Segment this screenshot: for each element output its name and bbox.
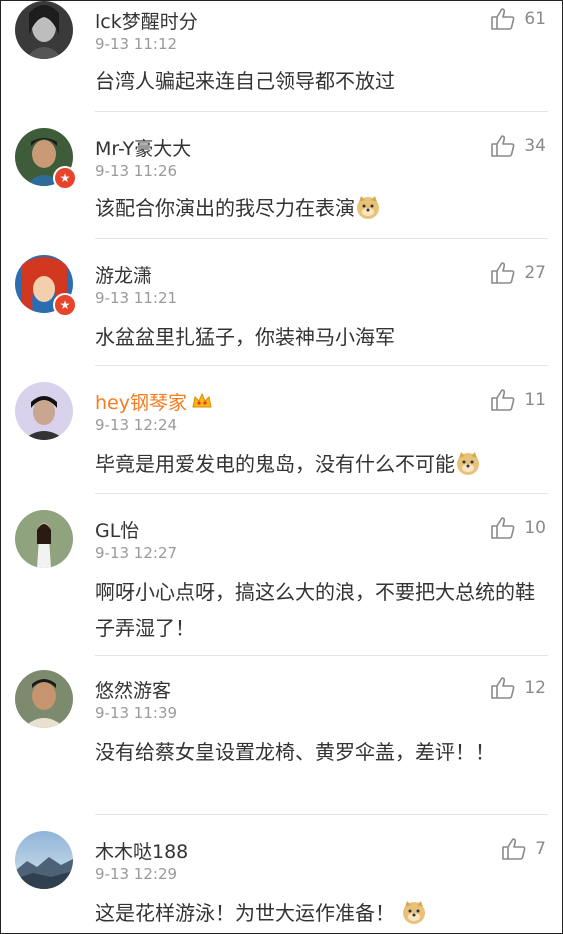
like-button[interactable]: 34: [490, 134, 546, 158]
timestamp: 9-13 11:39: [95, 704, 178, 722]
comment-item: 悠然游客 9-13 11:39 12 没有给蔡女皇设置龙椅、黄罗伞盖，差评！！: [1, 656, 562, 815]
avatar[interactable]: [15, 670, 73, 728]
username[interactable]: Mr-Y豪大大: [95, 134, 191, 161]
like-count: 7: [535, 839, 546, 859]
comment-item: hey钢琴家 9-13 12:24 11 毕竟是用爱发电的鬼岛，没有什么不可能: [1, 366, 562, 494]
comment-text: 这是花样游泳！为世大运作准备！: [95, 895, 545, 931]
like-count: 61: [524, 9, 546, 29]
username[interactable]: 游龙潇: [95, 261, 152, 288]
username[interactable]: 悠然游客: [95, 676, 171, 703]
comment-text: 台湾人骗起来连自己领导都不放过: [95, 69, 395, 93]
comment-text: 啊呀小心点呀，搞这么大的浪，不要把大总统的鞋子弄湿了！: [95, 580, 535, 640]
timestamp: 9-13 12:29: [95, 865, 178, 883]
thumbs-up-icon: [491, 135, 515, 157]
username[interactable]: GL怡: [95, 516, 139, 543]
avatar[interactable]: [15, 1, 73, 59]
avatar[interactable]: [15, 510, 73, 568]
thumbs-up-icon: [491, 262, 515, 284]
doge-emoji-icon: [401, 899, 427, 925]
avatar[interactable]: [15, 831, 73, 889]
like-button[interactable]: 61: [490, 7, 546, 31]
doge-emoji-icon: [455, 450, 481, 476]
like-button[interactable]: 7: [501, 837, 546, 861]
like-count: 11: [524, 390, 546, 410]
like-count: 10: [524, 518, 546, 538]
verified-badge-icon: ★: [53, 166, 77, 190]
like-button[interactable]: 10: [490, 516, 546, 540]
comment-item: ★ Mr-Y豪大大 9-13 11:26 34 该配合你演出的我尽力在表演: [1, 112, 562, 239]
like-count: 34: [524, 136, 546, 156]
thumbs-up-icon: [491, 677, 515, 699]
username[interactable]: lck梦醒时分: [95, 7, 198, 34]
comment-list: lck梦醒时分 9-13 11:12 61 台湾人骗起来连自己领导都不放过 ★ …: [0, 0, 563, 934]
timestamp: 9-13 12:27: [95, 544, 178, 562]
comment-text: 毕竟是用爱发电的鬼岛，没有什么不可能: [95, 446, 545, 482]
username[interactable]: hey钢琴家: [95, 388, 213, 415]
thumbs-up-icon: [491, 389, 515, 411]
comment-item: 木木哒188 9-13 12:29 7 这是花样游泳！为世大运作准备！: [1, 815, 562, 933]
like-button[interactable]: 12: [490, 676, 546, 700]
comment-item: lck梦醒时分 9-13 11:12 61 台湾人骗起来连自己领导都不放过: [1, 1, 562, 112]
avatar[interactable]: [15, 382, 73, 440]
verified-badge-icon: ★: [53, 293, 77, 317]
thumbs-up-icon: [491, 8, 515, 30]
thumbs-up-icon: [502, 838, 526, 860]
timestamp: 9-13 11:26: [95, 162, 178, 180]
comment-text: 该配合你演出的我尽力在表演: [95, 190, 545, 226]
like-button[interactable]: 27: [490, 261, 546, 285]
timestamp: 9-13 11:12: [95, 35, 178, 53]
crown-icon: [191, 391, 213, 411]
comment-text: 水盆盆里扎猛子，你装神马小海军: [95, 325, 395, 349]
username[interactable]: 木木哒188: [95, 837, 188, 864]
like-count: 12: [524, 678, 546, 698]
like-button[interactable]: 11: [490, 388, 546, 412]
comment-text: 没有给蔡女皇设置龙椅、黄罗伞盖，差评！！: [95, 740, 495, 764]
doge-emoji-icon: [355, 194, 381, 220]
timestamp: 9-13 12:24: [95, 416, 178, 434]
like-count: 27: [524, 263, 546, 283]
comment-item: GL怡 9-13 12:27 10 啊呀小心点呀，搞这么大的浪，不要把大总统的鞋…: [1, 494, 562, 656]
thumbs-up-icon: [491, 517, 515, 539]
timestamp: 9-13 11:21: [95, 289, 178, 307]
comment-item: ★ 游龙潇 9-13 11:21 27 水盆盆里扎猛子，你装神马小海军: [1, 239, 562, 366]
